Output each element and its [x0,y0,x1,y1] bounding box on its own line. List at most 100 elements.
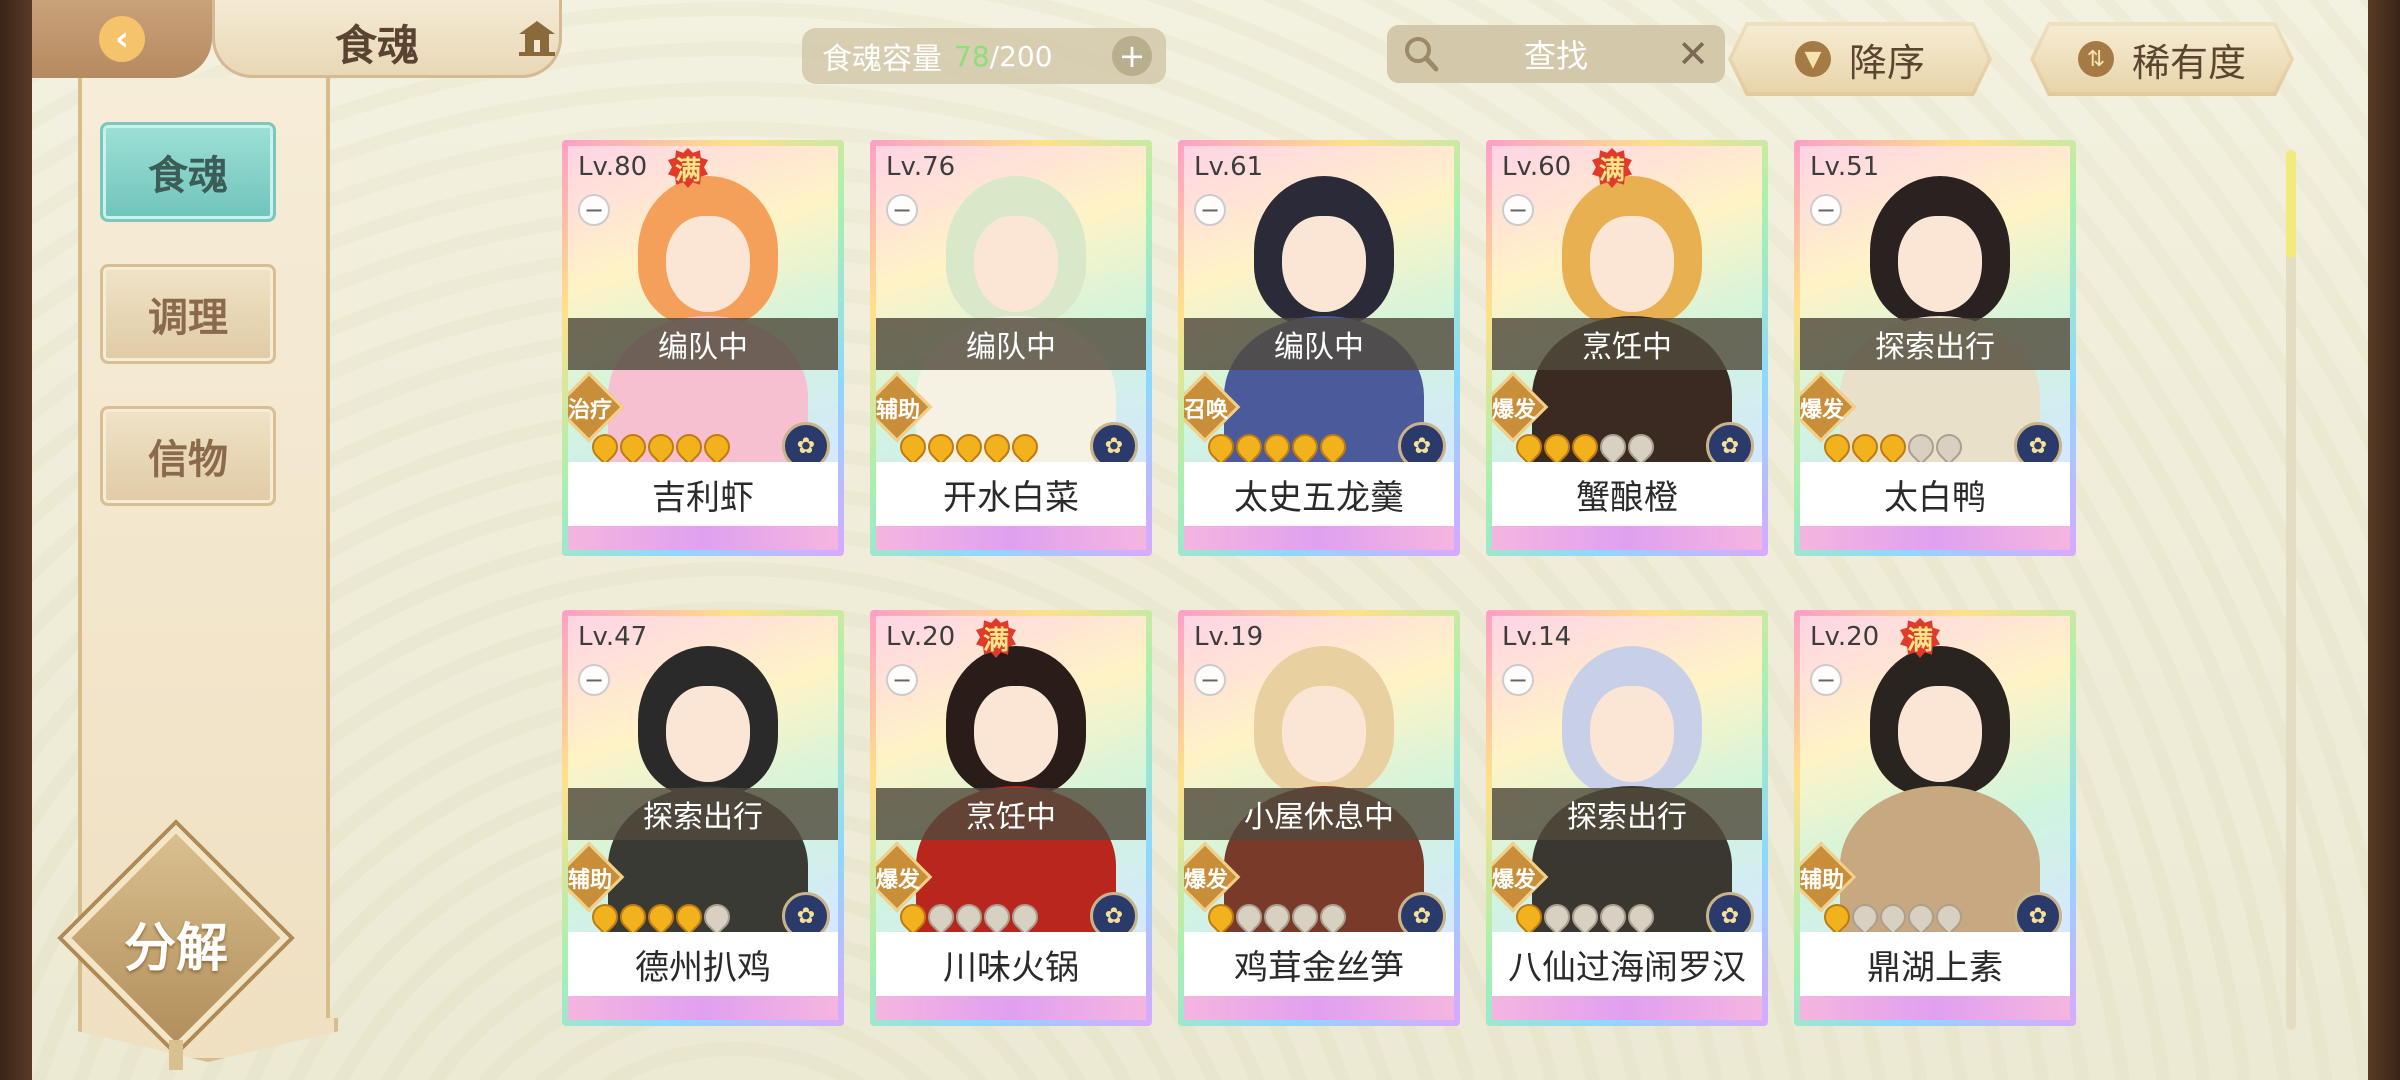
tab-tokens[interactable]: 信物 [100,406,276,506]
back-arrow-icon: ‹ [99,16,145,62]
capacity-max: /200 [989,39,1053,73]
food-soul-card[interactable]: Lv.76 − 编队中 辅助 ✿ 开水白菜 [870,140,1152,556]
search-input[interactable]: 查找 ✕ [1387,25,1725,83]
star-rating [1202,898,1352,936]
level-label: Lv.20 [886,622,956,652]
star-rating [586,898,736,936]
star-icon [1594,898,1632,936]
star-rating [1818,898,1968,936]
sort-order-button[interactable]: ▼ 降序 [1728,22,1992,96]
lock-toggle-icon[interactable]: − [886,194,918,226]
star-icon [670,898,708,936]
lock-toggle-icon[interactable]: − [578,194,610,226]
star-icon [1314,428,1352,466]
level-label: Lv.47 [578,622,648,652]
portrait-face [974,216,1058,312]
star-icon [1902,428,1940,466]
star-icon [1818,428,1856,466]
lock-toggle-icon[interactable]: − [1810,664,1842,696]
lock-toggle-icon[interactable]: − [1194,194,1226,226]
star-icon [1622,898,1660,936]
right-frame [2368,0,2400,1080]
star-icon [978,898,1016,936]
food-soul-card[interactable]: Lv.20 满 − 烹饪中 爆发 ✿ 川味火锅 [870,610,1152,1026]
card-footer-decoration [568,996,838,1020]
card-footer-decoration [1800,996,2070,1020]
capacity-current: 78 [954,39,990,73]
star-icon [1874,898,1912,936]
star-rating [1510,898,1660,936]
star-rating [894,428,1044,466]
home-icon[interactable] [515,18,559,58]
card-footer-decoration [1184,526,1454,550]
role-label: 爆发 [1492,868,1536,893]
lock-toggle-icon[interactable]: − [1502,664,1534,696]
character-name: 八仙过海闹罗汉 [1492,932,1762,996]
lock-toggle-icon[interactable]: − [1194,664,1226,696]
star-icon [670,428,708,466]
star-rating [894,898,1044,936]
food-soul-card[interactable]: Lv.14 − 探索出行 爆发 ✿ 八仙过海闹罗汉 [1486,610,1768,1026]
lock-toggle-icon[interactable]: − [1502,194,1534,226]
lock-toggle-icon[interactable]: − [578,664,610,696]
star-icon [1566,898,1604,936]
search-placeholder: 查找 [1523,37,1588,75]
sort-key-label: 稀有度 [2131,40,2246,85]
role-label: 爆发 [876,868,920,893]
star-icon [950,898,988,936]
food-soul-card[interactable]: Lv.51 − 探索出行 爆发 ✿ 太白鸭 [1794,140,2076,556]
star-icon [1594,428,1632,466]
status-banner: 烹饪中 [1492,318,1762,370]
title-tab: 食魂 [212,0,562,78]
role-label: 召唤 [1184,398,1228,423]
capacity-display: 食魂容量 78 /200 + [802,28,1166,84]
card-footer-decoration [876,996,1146,1020]
star-icon [1538,428,1576,466]
card-footer-decoration [1184,996,1454,1020]
star-icon [614,898,652,936]
star-icon [1874,428,1912,466]
decompose-label[interactable]: 分解 [84,906,268,981]
portrait-face [1590,686,1674,782]
star-icon [922,428,960,466]
add-capacity-button[interactable]: + [1112,36,1152,76]
star-icon [1818,898,1856,936]
character-name: 开水白菜 [876,462,1146,526]
food-soul-card[interactable]: Lv.19 − 小屋休息中 爆发 ✿ 鸡茸金丝笋 [1178,610,1460,1026]
character-name: 德州扒鸡 [568,932,838,996]
status-banner: 小屋休息中 [1184,788,1454,840]
level-label: Lv.19 [1194,622,1264,652]
back-button[interactable]: ‹ [32,0,212,78]
star-icon [642,428,680,466]
role-label: 辅助 [568,868,612,893]
food-soul-card[interactable]: Lv.80 满 − 编队中 治疗 ✿ 吉利虾 [562,140,844,556]
star-icon [978,428,1016,466]
lock-toggle-icon[interactable]: − [1810,194,1842,226]
level-label: Lv.76 [886,152,956,182]
star-icon [1006,428,1044,466]
status-banner: 编队中 [568,318,838,370]
sort-key-button[interactable]: ⇅ 稀有度 [2030,22,2294,96]
lock-toggle-icon[interactable]: − [886,664,918,696]
star-icon [586,898,624,936]
status-banner: 探索出行 [1492,788,1762,840]
scrollbar-track[interactable] [2286,150,2296,1030]
portrait-face [1590,216,1674,312]
star-icon [1230,898,1268,936]
food-soul-card[interactable]: Lv.47 − 探索出行 辅助 ✿ 德州扒鸡 [562,610,844,1026]
food-soul-card[interactable]: Lv.60 满 − 烹饪中 爆发 ✿ 蟹酿橙 [1486,140,1768,556]
star-icon [1846,898,1884,936]
star-icon [1286,428,1324,466]
clear-search-icon[interactable]: ✕ [1671,32,1715,76]
card-footer-decoration [568,526,838,550]
role-label: 治疗 [568,398,612,423]
tab-food-souls[interactable]: 食魂 [100,122,276,222]
scrollbar-thumb[interactable] [2286,150,2296,258]
tab-conditioning[interactable]: 调理 [100,264,276,364]
food-soul-card[interactable]: Lv.61 − 编队中 召唤 ✿ 太史五龙羹 [1178,140,1460,556]
star-icon [698,428,736,466]
food-soul-card[interactable]: Lv.20 满 − 辅助 ✿ 鼎湖上素 [1794,610,2076,1026]
star-rating [1818,428,1968,466]
portrait-face [974,686,1058,782]
role-label: 辅助 [1800,868,1844,893]
